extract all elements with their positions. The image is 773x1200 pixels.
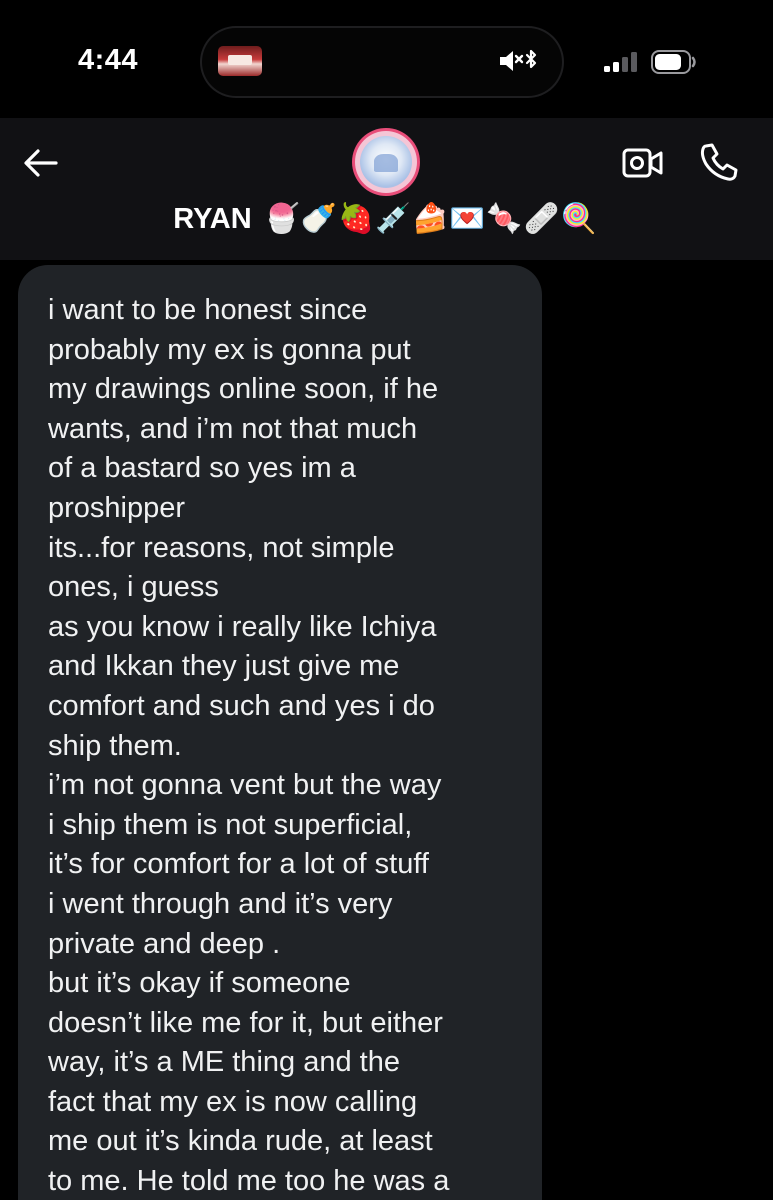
dynamic-island[interactable] [200,26,564,98]
battery-icon [651,50,696,74]
contact-name-row[interactable]: RYAN 🍧🍼🍓💉🍰💌🍬🩹🍭 [0,202,773,236]
contact-name: RYAN [173,203,252,235]
cellular-signal-icon [604,52,637,72]
phone-icon[interactable] [698,142,740,182]
message-list[interactable]: i want to be honest since probably my ex… [0,260,773,1200]
now-playing-thumbnail [218,46,262,76]
chat-header: RYAN 🍧🍼🍓💉🍰💌🍬🩹🍭 [0,118,773,260]
video-camera-icon[interactable] [622,146,664,180]
name-emojis: 🍧🍼🍓💉🍰💌🍬🩹🍭 [263,203,598,235]
message-text: i want to be honest since probably my ex… [48,294,450,1198]
status-time: 4:44 [78,44,139,76]
contact-avatar[interactable] [355,131,417,193]
speaker-bluetooth-icon [500,49,537,71]
received-message-bubble[interactable]: i want to be honest since probably my ex… [18,265,542,1200]
avatar-image [360,136,412,188]
arrow-left-icon[interactable] [22,148,60,178]
status-bar: 4:44 [0,0,773,118]
